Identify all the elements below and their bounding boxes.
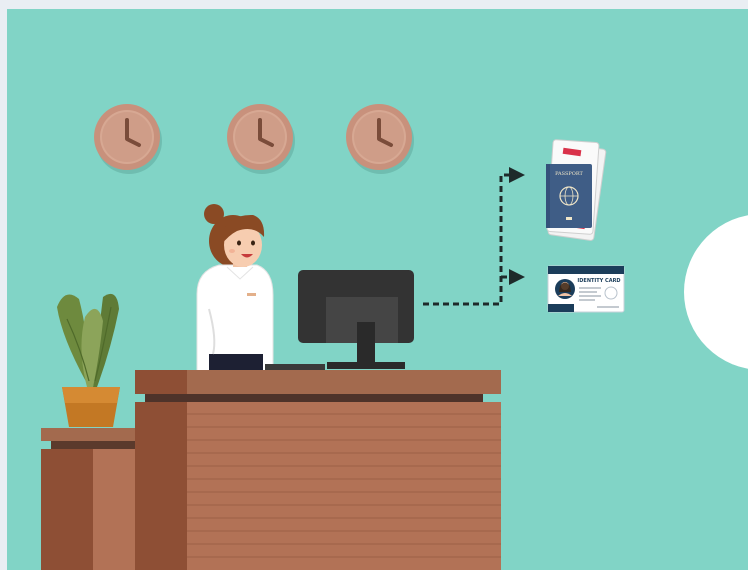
flow-connector: [423, 167, 525, 306]
white-circle-shape: [684, 215, 748, 369]
reception-scene: PASSPORT IDENTITY CARD: [7, 9, 748, 570]
id-card-icon: IDENTITY CARD: [547, 265, 625, 313]
id-card-label: IDENTITY CARD: [577, 278, 620, 284]
wall-clock-1: [94, 104, 162, 174]
wall-clock-2: [227, 104, 295, 174]
wall-clock-3: [346, 104, 414, 174]
passport-label: PASSPORT: [555, 171, 583, 177]
reception-desk: [135, 370, 501, 570]
computer-monitor: [265, 270, 414, 370]
passport-icon: PASSPORT: [546, 139, 607, 241]
receptionist-figure: [196, 204, 274, 372]
arrow-right-icon: [509, 269, 525, 285]
arrow-right-icon: [509, 167, 525, 183]
potted-plant: [57, 293, 120, 427]
